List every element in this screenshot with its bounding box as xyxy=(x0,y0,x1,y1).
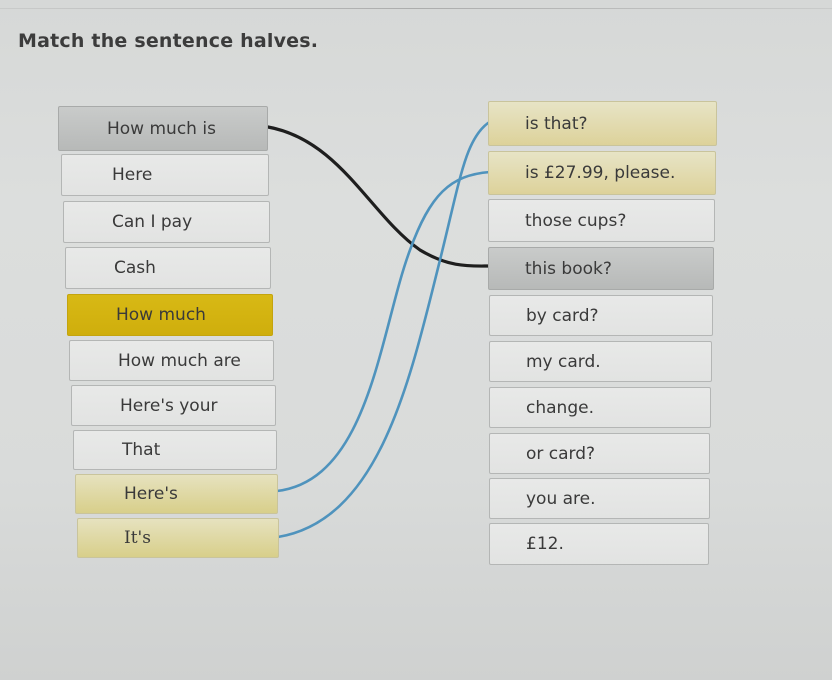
right-item[interactable]: £12. xyxy=(489,523,709,565)
right-item[interactable]: or card? xyxy=(489,433,710,474)
left-item-label: Cash xyxy=(114,258,156,278)
right-item-label: those cups? xyxy=(525,210,627,231)
right-item-label: by card? xyxy=(526,305,599,326)
right-item[interactable]: my card. xyxy=(489,341,712,382)
left-item-label: It's xyxy=(124,528,151,548)
left-item-label: How much xyxy=(116,305,206,325)
right-item[interactable]: you are. xyxy=(489,478,710,519)
right-item[interactable]: is £27.99, please. xyxy=(488,151,716,195)
right-item-label: is that? xyxy=(525,113,588,134)
right-item-label: £12. xyxy=(526,534,564,554)
left-item[interactable]: Can I pay xyxy=(63,201,270,243)
left-item[interactable]: How much is xyxy=(58,106,268,151)
left-item-label: How much is xyxy=(107,118,216,139)
right-item-label: this book? xyxy=(525,258,612,279)
left-item-label: Here xyxy=(112,165,153,185)
left-item-label: That xyxy=(122,440,161,460)
connection-line-heres-price xyxy=(275,170,492,493)
right-item[interactable]: by card? xyxy=(489,295,713,336)
right-item-label: change. xyxy=(526,397,594,418)
left-item[interactable]: Here xyxy=(61,154,269,196)
right-item-label: or card? xyxy=(526,443,596,464)
left-item[interactable]: That xyxy=(73,430,277,470)
left-item-selected[interactable]: How much xyxy=(67,294,273,336)
connection-line-its-is-that xyxy=(276,121,490,539)
right-item[interactable]: this book? xyxy=(488,247,714,290)
right-item-label: you are. xyxy=(526,488,596,509)
left-item-label: Here's your xyxy=(120,395,218,416)
connection-line-how-much-is-this-book xyxy=(266,125,492,268)
left-item[interactable]: Here's xyxy=(75,474,278,514)
right-item[interactable]: change. xyxy=(489,387,711,428)
right-item[interactable]: is that? xyxy=(488,101,717,146)
left-item[interactable]: Cash xyxy=(65,247,271,289)
exercise-title: Match the sentence halves. xyxy=(18,30,319,52)
top-divider xyxy=(0,8,832,9)
left-item-label: Can I pay xyxy=(112,212,193,232)
left-item-label: How much are xyxy=(118,350,241,371)
right-item-label: is £27.99, please. xyxy=(525,163,676,183)
left-item-label: Here's xyxy=(124,484,178,504)
right-item[interactable]: those cups? xyxy=(488,199,715,242)
right-item-label: my card. xyxy=(526,351,601,372)
left-item[interactable]: How much are xyxy=(69,340,274,381)
left-item[interactable]: Here's your xyxy=(71,385,276,426)
left-item[interactable]: It's xyxy=(77,518,279,558)
